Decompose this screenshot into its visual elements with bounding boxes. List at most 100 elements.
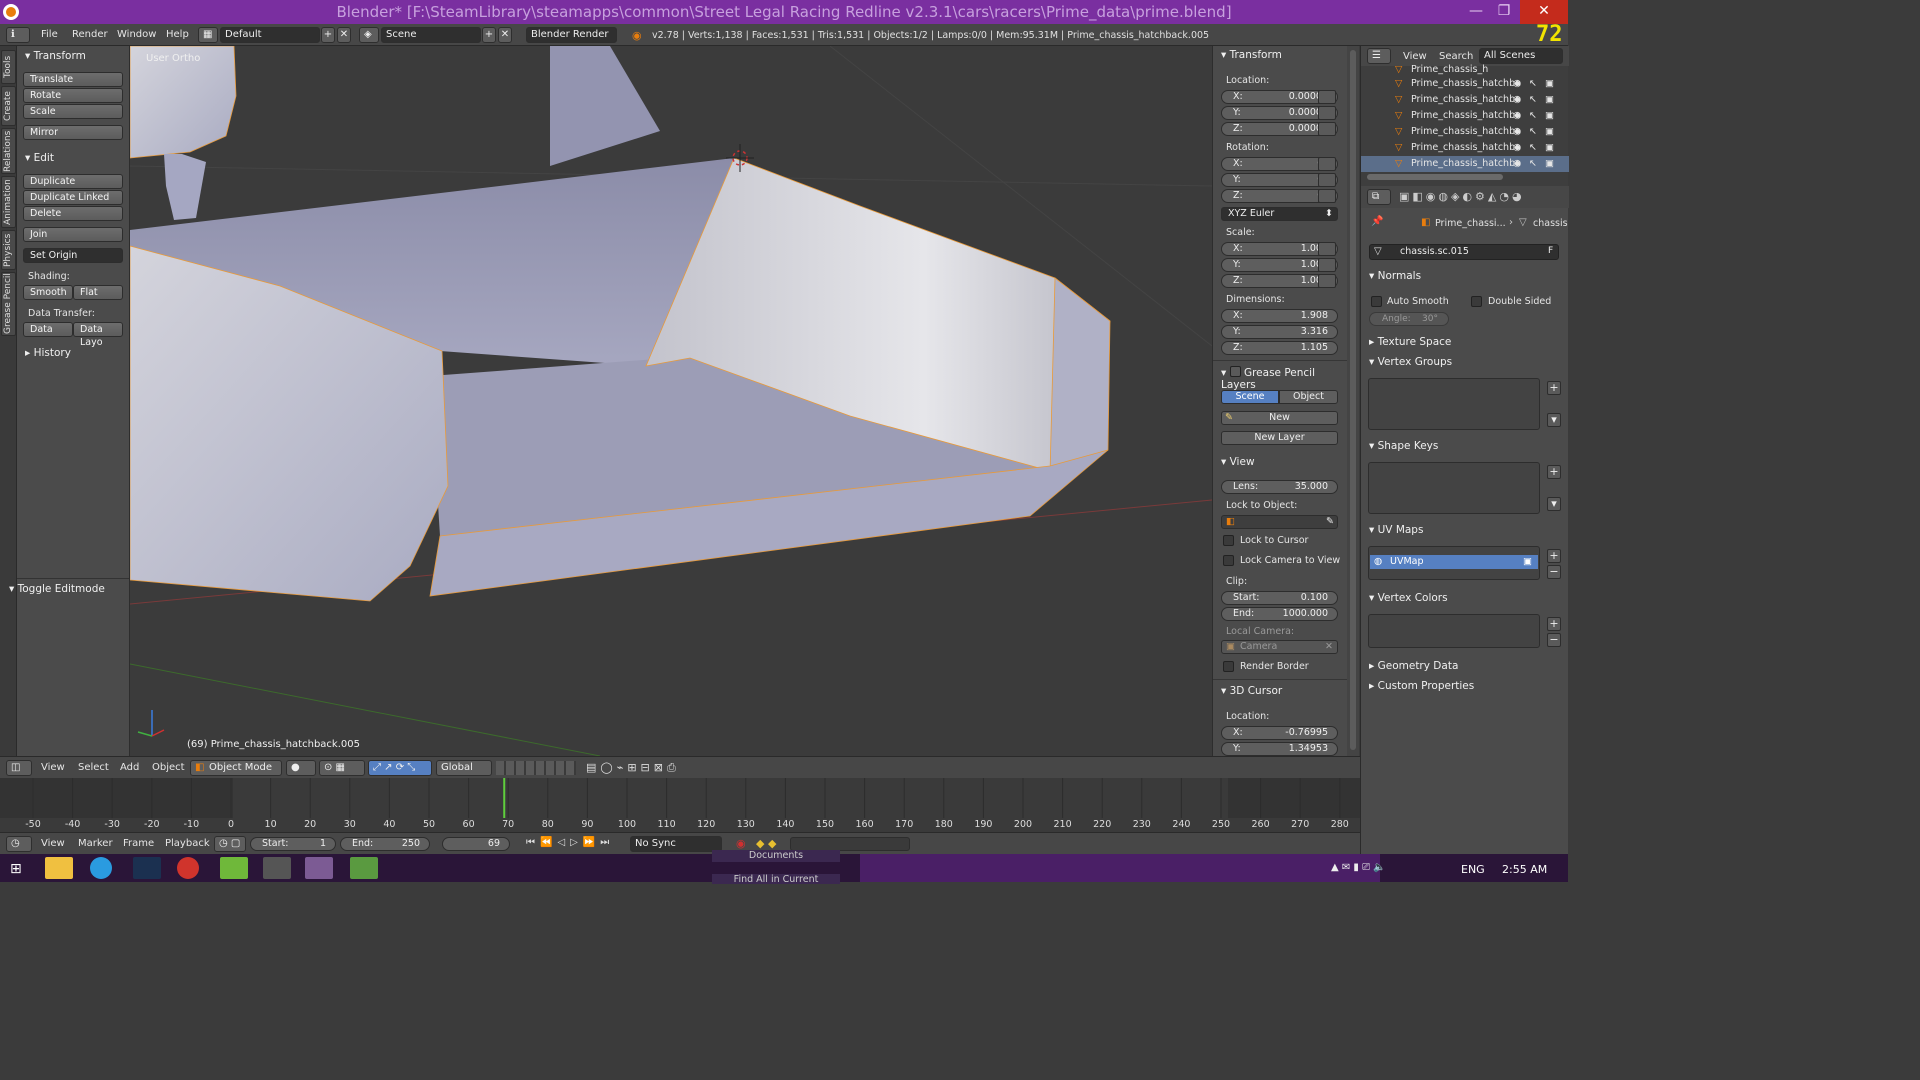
playback-controls[interactable]: ⏮⏪◁▷⏩⏭ bbox=[526, 837, 626, 851]
render-camera-icon[interactable]: ▣ bbox=[1545, 140, 1554, 156]
manipulator-widgets[interactable]: ⤢ ↗ ⟳ ⤡ bbox=[368, 760, 432, 776]
skype-icon[interactable] bbox=[90, 857, 112, 879]
lock-scale-z-icon[interactable] bbox=[1318, 274, 1336, 288]
custom-properties-panel-header[interactable]: ▸ Custom Properties bbox=[1369, 680, 1474, 692]
explorer-documents-label[interactable]: Documents bbox=[712, 850, 840, 862]
viewport-canvas[interactable] bbox=[130, 46, 1212, 756]
duplicate-linked-button[interactable]: Duplicate Linked bbox=[23, 190, 123, 205]
tray-icons[interactable]: ▲ ✉ ▮ ⎚ 🔈 bbox=[1331, 862, 1386, 873]
cursor-y-field[interactable]: Y: 1.34953 bbox=[1221, 742, 1338, 756]
render-camera-icon[interactable]: ▣ bbox=[1545, 124, 1554, 140]
select-arrow-icon[interactable]: ↖ bbox=[1529, 108, 1537, 124]
grease-pencil-header[interactable]: ▾ Grease Pencil Layers bbox=[1221, 365, 1347, 391]
translate-button[interactable]: Translate bbox=[23, 72, 123, 87]
lock-location-x-icon[interactable] bbox=[1318, 90, 1336, 104]
angle-field[interactable]: Angle: 30° bbox=[1369, 312, 1449, 326]
lock-to-cursor-checkbox[interactable] bbox=[1223, 535, 1234, 546]
fake-user-button[interactable]: F bbox=[1548, 246, 1553, 256]
outliner-row[interactable]: ▽ Prime_chassis_hatchba ◉ ↖ ▣ bbox=[1361, 124, 1569, 140]
uvmap-add-icon[interactable]: + bbox=[1547, 549, 1561, 563]
timeline-editor[interactable]: -50 -40 -30 -20 -10 0 10 20 30 40 50 60 70 80 90 100 110… bbox=[0, 778, 1360, 832]
timeline-menu-frame[interactable]: Frame bbox=[123, 838, 154, 849]
blender-taskbar-icon[interactable] bbox=[305, 857, 333, 879]
eyedropper-icon[interactable]: ✎ bbox=[1326, 516, 1334, 528]
delete-button[interactable]: Delete bbox=[23, 206, 123, 221]
outliner-row[interactable]: ▽ Prime_chassis_hatchba ◉ ↖ ▣ bbox=[1361, 76, 1569, 92]
normals-panel-header[interactable]: ▾ Normals bbox=[1369, 270, 1421, 282]
clip-end-field[interactable]: End: 1000.000 bbox=[1221, 607, 1338, 621]
record-icon[interactable]: ◉ bbox=[736, 837, 746, 850]
clock[interactable]: 2:55 AM bbox=[1502, 863, 1547, 876]
vertex-color-add-icon[interactable]: + bbox=[1547, 617, 1561, 631]
mirror-button[interactable]: Mirror bbox=[23, 125, 123, 140]
visibility-eye-icon[interactable]: ◉ bbox=[1513, 108, 1521, 124]
chrome-icon[interactable] bbox=[177, 857, 199, 879]
lock-object-field[interactable]: ◧ ✎ bbox=[1221, 515, 1338, 529]
pin-icon[interactable]: 📌 bbox=[1371, 216, 1383, 227]
screen-layout-icon[interactable]: ▦ bbox=[198, 27, 218, 43]
windows-start-icon[interactable]: ⊞ bbox=[10, 861, 22, 877]
lock-rotation-y-icon[interactable] bbox=[1318, 173, 1336, 187]
dimensions-x-field[interactable]: X: 1.908 bbox=[1221, 309, 1338, 323]
current-frame-field[interactable]: 69 bbox=[442, 837, 510, 851]
breadcrumb-mesh[interactable]: chassis bbox=[1533, 218, 1568, 229]
gp-scene-toggle[interactable]: Scene bbox=[1221, 390, 1279, 404]
gp-new-button[interactable]: ✎ New bbox=[1221, 411, 1338, 425]
snap-and-render-icons[interactable]: ▤◯⌁⊞⊟⊠⎙ bbox=[586, 761, 726, 775]
pivot-and-manipulator-icons[interactable]: ⊙ ▦ bbox=[319, 760, 365, 776]
select-arrow-icon[interactable]: ↖ bbox=[1529, 124, 1537, 140]
shape-key-add-icon[interactable]: + bbox=[1547, 465, 1561, 479]
visibility-eye-icon[interactable]: ◉ bbox=[1513, 156, 1521, 172]
tab-animation[interactable]: Animation bbox=[1, 176, 16, 228]
render-engine-select[interactable]: Blender Render bbox=[526, 27, 617, 43]
maximize-button[interactable]: ❐ bbox=[1490, 0, 1518, 24]
vertex-group-menu-icon[interactable]: ▾ bbox=[1547, 413, 1561, 427]
game-taskbar-icon[interactable] bbox=[350, 857, 378, 879]
menu-window[interactable]: Window bbox=[117, 29, 156, 40]
lock-location-y-icon[interactable] bbox=[1318, 106, 1336, 120]
texture-space-panel-header[interactable]: ▸ Texture Space bbox=[1369, 336, 1451, 348]
3d-cursor-panel-header[interactable]: ▾ 3D Cursor bbox=[1221, 685, 1282, 697]
interaction-mode-select[interactable]: ◧ Object Mode bbox=[190, 760, 282, 776]
view-menu-view[interactable]: View bbox=[41, 762, 65, 773]
app-icon[interactable] bbox=[263, 857, 291, 879]
view-menu-object[interactable]: Object bbox=[152, 762, 185, 773]
vertex-color-remove-icon[interactable]: − bbox=[1547, 633, 1561, 647]
minimize-button[interactable]: — bbox=[1462, 0, 1490, 24]
edit-panel-header[interactable]: ▾ Edit bbox=[25, 152, 54, 164]
add-layout-icon[interactable]: + bbox=[321, 27, 335, 43]
preview-range-icons[interactable]: ◷ ▢ bbox=[214, 836, 246, 852]
tab-create[interactable]: Create bbox=[1, 86, 16, 126]
view-editor-type-icon[interactable]: ◫ bbox=[6, 760, 32, 776]
gp-object-toggle[interactable]: Object bbox=[1279, 390, 1338, 404]
outliner-row[interactable]: ▽ Prime_chassis_hatchba ◉ ↖ ▣ bbox=[1361, 92, 1569, 108]
timeline-menu-playback[interactable]: Playback bbox=[165, 838, 210, 849]
scene-icon[interactable]: ◈ bbox=[359, 27, 379, 43]
history-panel-header[interactable]: ▸ History bbox=[25, 347, 71, 359]
uvmap-row[interactable]: ◍ UVMap ▣ bbox=[1370, 555, 1538, 569]
context-tab-icons[interactable]: ▣◧◉◍◈◐⚙◭◔◕ bbox=[1399, 190, 1525, 203]
duplicate-button[interactable]: Duplicate bbox=[23, 174, 123, 189]
properties-editor-type-icon[interactable]: ⧉ bbox=[1367, 189, 1391, 205]
clip-start-field[interactable]: Start: 0.100 bbox=[1221, 591, 1338, 605]
dimensions-y-field[interactable]: Y: 3.316 bbox=[1221, 325, 1338, 339]
view-panel-header[interactable]: ▾ View bbox=[1221, 456, 1255, 468]
shape-keys-list[interactable] bbox=[1368, 462, 1540, 514]
render-camera-icon[interactable]: ▣ bbox=[1545, 76, 1554, 92]
join-button[interactable]: Join bbox=[23, 227, 123, 242]
add-scene-icon[interactable]: + bbox=[482, 27, 496, 43]
vertex-colors-panel-header[interactable]: ▾ Vertex Colors bbox=[1369, 592, 1448, 604]
uv-maps-panel-header[interactable]: ▾ UV Maps bbox=[1369, 524, 1423, 536]
3d-viewport[interactable]: User Ortho (69) Prime_chassis_hatchback.… bbox=[130, 46, 1212, 756]
clear-camera-icon[interactable]: ✕ bbox=[1325, 641, 1333, 653]
start-frame-field[interactable]: Start: 1 bbox=[250, 837, 336, 851]
outliner-row[interactable]: ▽ Prime_chassis_hatchba ◉ ↖ ▣ bbox=[1361, 140, 1569, 156]
visibility-eye-icon[interactable]: ◉ bbox=[1513, 140, 1521, 156]
end-frame-field[interactable]: End: 250 bbox=[340, 837, 430, 851]
uvmap-remove-icon[interactable]: − bbox=[1547, 565, 1561, 579]
menu-help[interactable]: Help bbox=[166, 29, 189, 40]
uv-maps-list[interactable]: ◍ UVMap ▣ bbox=[1368, 546, 1540, 580]
menu-file[interactable]: File bbox=[41, 29, 58, 40]
tab-grease-pencil[interactable]: Grease Pencil bbox=[1, 272, 16, 336]
lock-rotation-z-icon[interactable] bbox=[1318, 189, 1336, 203]
